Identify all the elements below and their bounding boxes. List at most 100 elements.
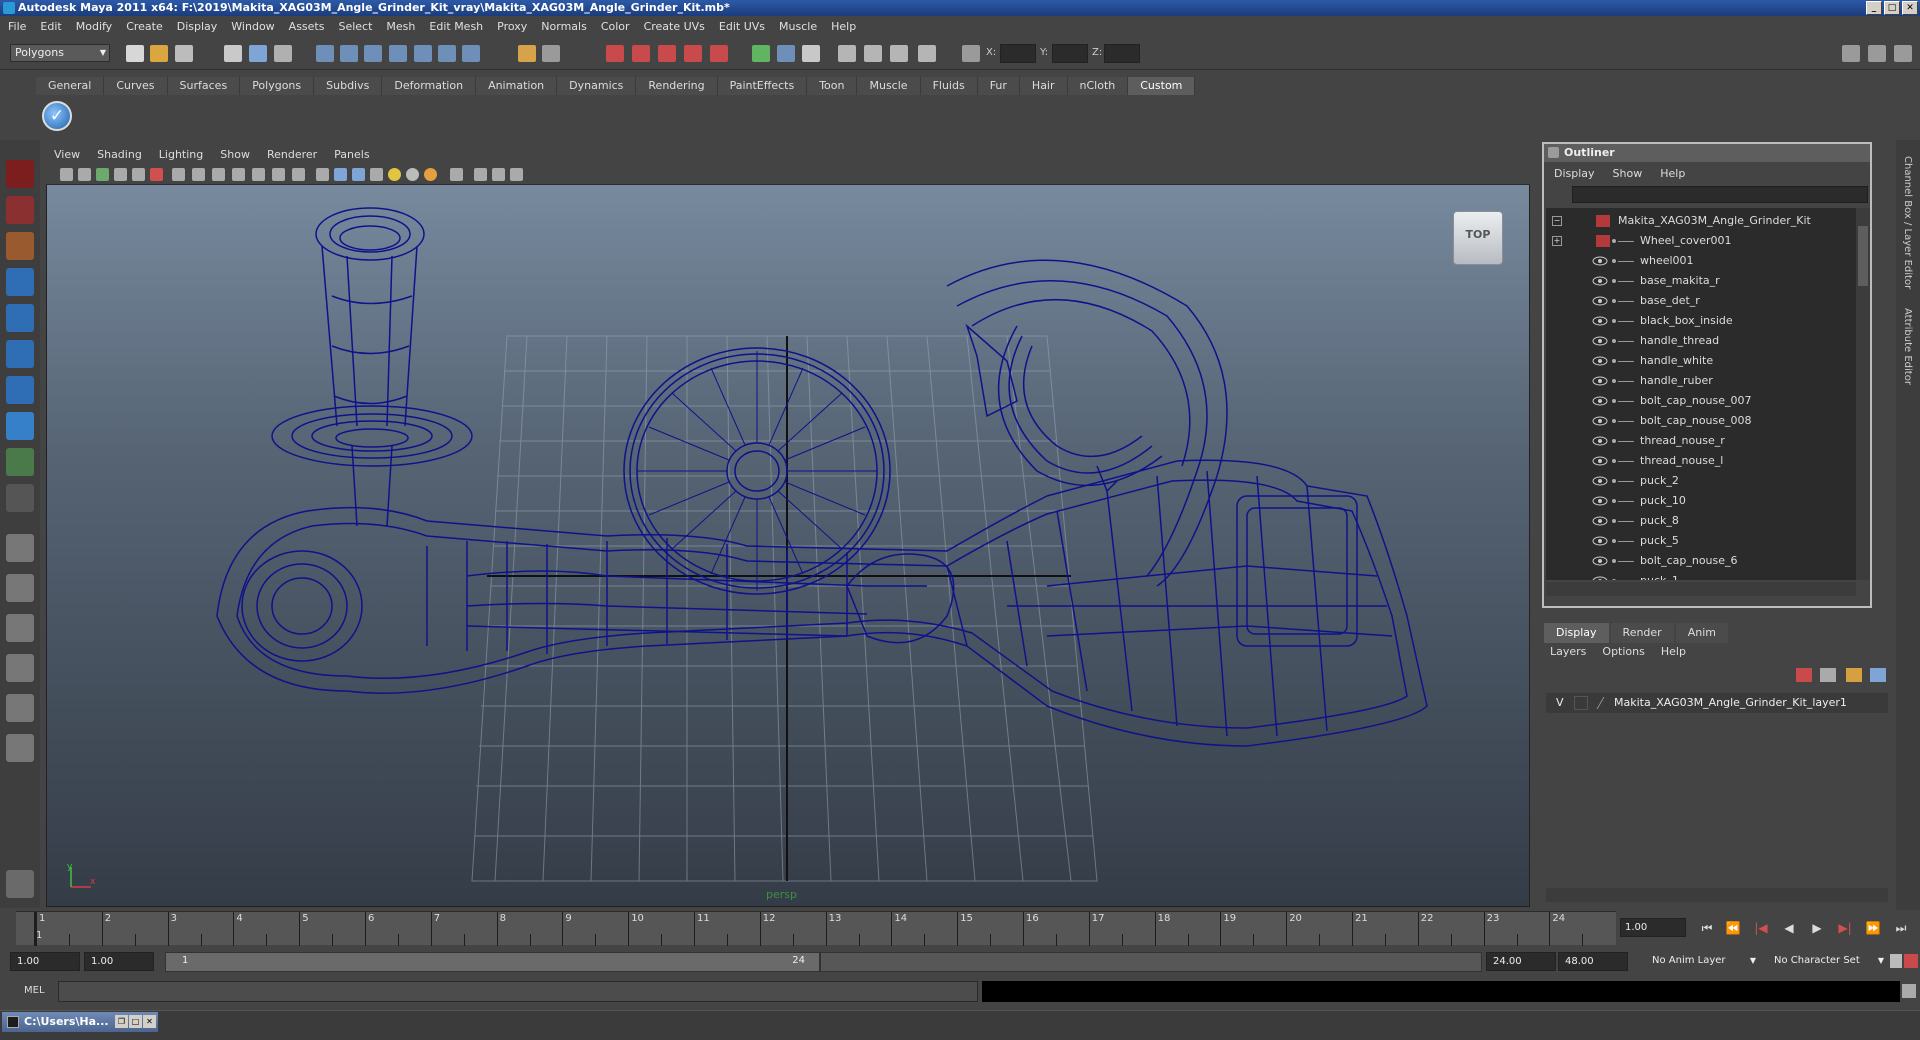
- menu-proxy[interactable]: Proxy: [497, 20, 527, 33]
- outliner-item[interactable]: puck_2: [1546, 471, 1856, 491]
- wireframe-mode-icon[interactable]: [316, 168, 329, 181]
- input-field-icon[interactable]: [752, 45, 770, 62]
- select-object-icon[interactable]: [249, 45, 267, 62]
- high-quality-icon[interactable]: [510, 168, 523, 181]
- input-list-icon[interactable]: [462, 45, 480, 62]
- layout-icon[interactable]: [777, 45, 795, 62]
- render-settings-icon[interactable]: [658, 45, 676, 62]
- toggle-sidebar-icon[interactable]: [1842, 45, 1860, 62]
- current-frame-field[interactable]: 1.00: [1620, 918, 1686, 937]
- ipr-render-icon[interactable]: [632, 45, 650, 62]
- outliner-item[interactable]: handle_thread: [1546, 331, 1856, 351]
- range-slider-bar[interactable]: 1 24: [165, 952, 820, 972]
- vp-menu-view[interactable]: View: [54, 148, 80, 161]
- menu-edit-mesh[interactable]: Edit Mesh: [429, 20, 483, 33]
- menu-set-dropdown[interactable]: Polygons ▼: [10, 44, 110, 62]
- shaded-wireframe-icon[interactable]: [352, 168, 365, 181]
- scale-tool-icon[interactable]: [6, 340, 34, 368]
- attribute-icon[interactable]: [918, 45, 936, 62]
- shelf-tab-general[interactable]: General: [36, 77, 105, 95]
- outliner-item[interactable]: puck_8: [1546, 511, 1856, 531]
- menu-create-uvs[interactable]: Create UVs: [644, 20, 705, 33]
- persp-graph-layout-icon[interactable]: [6, 654, 34, 682]
- outliner-item[interactable]: wheel001: [1546, 251, 1856, 271]
- layer-template-toggle[interactable]: [1574, 696, 1588, 710]
- time-slider[interactable]: 1 1 2 3 4 5 6 7 8 9 10 11 12 13 14 15 16 17 18 19 20 21 22 23 2…: [16, 911, 1616, 946]
- camera-icon[interactable]: [838, 45, 856, 62]
- outliner-item[interactable]: black_box_inside: [1546, 311, 1856, 331]
- select-component-icon[interactable]: [274, 45, 292, 62]
- hypershade-persp-layout-icon[interactable]: [6, 694, 34, 722]
- outliner-menu-help[interactable]: Help: [1660, 167, 1685, 180]
- side-tab-attribute-editor[interactable]: Attribute Editor: [1902, 308, 1913, 385]
- select-hierarchy-icon[interactable]: [224, 45, 242, 62]
- checkmark-shelf-icon[interactable]: ✓: [42, 101, 72, 131]
- outliner-item[interactable]: puck_5: [1546, 531, 1856, 551]
- outliner-horizontal-scrollbar[interactable]: [1546, 582, 1856, 596]
- render-frame-icon[interactable]: [606, 45, 624, 62]
- script-editor-icon[interactable]: [864, 45, 882, 62]
- film-gate-icon[interactable]: [192, 168, 205, 181]
- layer-row[interactable]: V Makita_XAG03M_Angle_Grinder_Kit_layer1: [1546, 693, 1888, 713]
- image-plane-icon[interactable]: [96, 168, 109, 181]
- tab-render[interactable]: Render: [1610, 623, 1674, 643]
- z-field[interactable]: [1104, 44, 1140, 63]
- vp-menu-shading[interactable]: Shading: [97, 148, 142, 161]
- shelf-tab-surfaces[interactable]: Surfaces: [167, 77, 241, 95]
- layer-menu-help[interactable]: Help: [1661, 645, 1686, 658]
- shelf-tab-dynamics[interactable]: Dynamics: [557, 77, 637, 95]
- maximize-button[interactable]: □: [1884, 1, 1900, 15]
- playback-end-field[interactable]: 24.00: [1486, 952, 1556, 971]
- character-set-dropdown[interactable]: No Character Set ▼: [1768, 952, 1886, 971]
- shelf-tab-hair[interactable]: Hair: [1019, 77, 1068, 95]
- shelf-tab-polygons[interactable]: Polygons: [240, 77, 315, 95]
- close-button[interactable]: ✕: [1902, 1, 1918, 15]
- vp-menu-renderer[interactable]: Renderer: [267, 148, 317, 161]
- history-icon[interactable]: [438, 45, 456, 62]
- select-tool-icon[interactable]: [6, 160, 34, 188]
- camera-attributes-icon[interactable]: [60, 168, 73, 181]
- last-tool-icon[interactable]: [6, 484, 34, 512]
- shelf-tab-fluids[interactable]: Fluids: [920, 77, 978, 95]
- go-to-start-icon[interactable]: ⏮: [1698, 920, 1716, 936]
- playback-start-field[interactable]: 1.00: [84, 952, 154, 971]
- safe-action-icon[interactable]: [272, 168, 285, 181]
- step-back-key-icon[interactable]: |◀: [1752, 920, 1770, 936]
- toggle-tool-settings-icon[interactable]: [1894, 45, 1912, 62]
- range-slider-track[interactable]: [820, 952, 1482, 972]
- outliner-item[interactable]: bolt_cap_nouse_6: [1546, 551, 1856, 571]
- step-forward-key-icon[interactable]: ▶|: [1836, 920, 1854, 936]
- outliner-item[interactable]: handle_ruber: [1546, 371, 1856, 391]
- save-scene-icon[interactable]: [175, 45, 193, 62]
- vp-menu-show[interactable]: Show: [220, 148, 250, 161]
- lasso-tool-icon[interactable]: [6, 196, 34, 224]
- minimized-window[interactable]: C:\Users\Ha... ❐ □ ✕: [2, 1012, 158, 1032]
- new-layer-icon[interactable]: [1796, 668, 1812, 682]
- menu-mesh[interactable]: Mesh: [386, 20, 415, 33]
- outliner-item[interactable]: bolt_cap_nouse_008: [1546, 411, 1856, 431]
- resolution-gate-icon[interactable]: [212, 168, 225, 181]
- shadows-icon[interactable]: [424, 168, 437, 181]
- open-scene-icon[interactable]: [150, 45, 168, 62]
- hypershade-icon[interactable]: [684, 45, 702, 62]
- menu-file[interactable]: File: [8, 20, 26, 33]
- selection-filter-icon[interactable]: [542, 45, 560, 62]
- shelf-tab-ncloth[interactable]: nCloth: [1067, 77, 1129, 95]
- viewcube[interactable]: TOP: [1453, 211, 1503, 265]
- vp-menu-panels[interactable]: Panels: [334, 148, 369, 161]
- lock-icon[interactable]: [518, 45, 536, 62]
- shelf-tab-subdivs[interactable]: Subdivs: [314, 77, 383, 95]
- step-forward-frame-icon[interactable]: ⏩: [1864, 920, 1882, 936]
- outliner-item[interactable]: thread_nouse_l: [1546, 451, 1856, 471]
- manipulator-tool-icon[interactable]: [6, 376, 34, 404]
- scroll-thumb[interactable]: [1858, 226, 1868, 286]
- shelf-tab-deformation[interactable]: Deformation: [382, 77, 477, 95]
- new-scene-icon[interactable]: [126, 45, 144, 62]
- shelf-tab-rendering[interactable]: Rendering: [636, 77, 718, 95]
- shelf-tab-fur[interactable]: Fur: [977, 77, 1020, 95]
- menu-normals[interactable]: Normals: [541, 20, 587, 33]
- shelf-tab-animation[interactable]: Animation: [476, 77, 558, 95]
- textured-icon[interactable]: [370, 168, 383, 181]
- layer-horizontal-scrollbar[interactable]: [1546, 888, 1888, 902]
- menu-muscle[interactable]: Muscle: [779, 20, 817, 33]
